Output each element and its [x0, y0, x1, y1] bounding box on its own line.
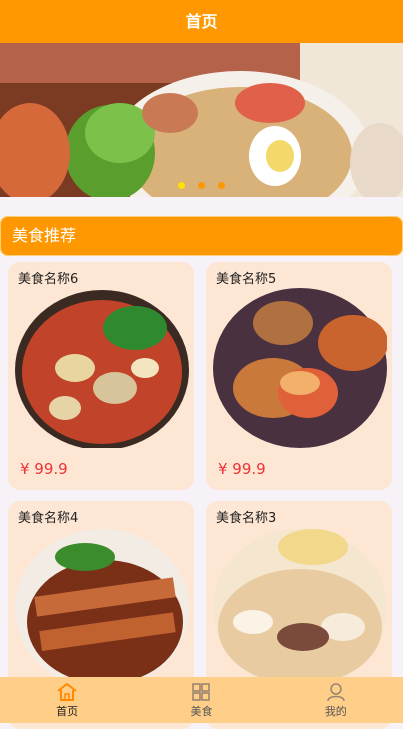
carousel-dots: [0, 174, 403, 193]
food-price: ¥ 99.9: [20, 460, 68, 478]
page-header: 首页: [0, 0, 403, 43]
tab-label: 我的: [324, 705, 347, 718]
carousel-dot[interactable]: [218, 182, 226, 189]
food-image: [15, 290, 189, 448]
section-title: 美食推荐: [12, 226, 77, 245]
food-name: 美食名称4: [18, 511, 79, 526]
page-title: 首页: [185, 12, 218, 31]
food-image: [213, 288, 387, 448]
food-card[interactable]: 美食名称5 ¥ 99.9: [206, 262, 392, 490]
banner-carousel[interactable]: [0, 43, 403, 197]
tab-label: 美食: [190, 705, 213, 718]
food-name: 美食名称3: [216, 511, 277, 526]
home-icon: [57, 682, 77, 701]
grid-icon: [192, 683, 211, 701]
carousel-dot[interactable]: [198, 182, 205, 189]
tab-home[interactable]: 首页: [27, 677, 107, 723]
tab-mine[interactable]: 我的: [296, 677, 376, 723]
food-name: 美食名称6: [18, 272, 79, 287]
food-card[interactable]: 美食名称6 ¥ 99.9: [8, 262, 194, 490]
user-icon: [327, 683, 345, 702]
tab-food[interactable]: 美食: [161, 677, 241, 723]
food-name: 美食名称5: [216, 272, 277, 287]
tab-label: 首页: [56, 705, 79, 718]
carousel-dot-active[interactable]: [177, 182, 185, 189]
food-image: [15, 529, 189, 687]
bottom-tabbar: 首页 美食 我的: [0, 677, 403, 723]
section-header: 美食推荐: [0, 216, 403, 256]
food-price: ¥ 99.9: [218, 460, 266, 478]
food-image: [213, 529, 387, 687]
